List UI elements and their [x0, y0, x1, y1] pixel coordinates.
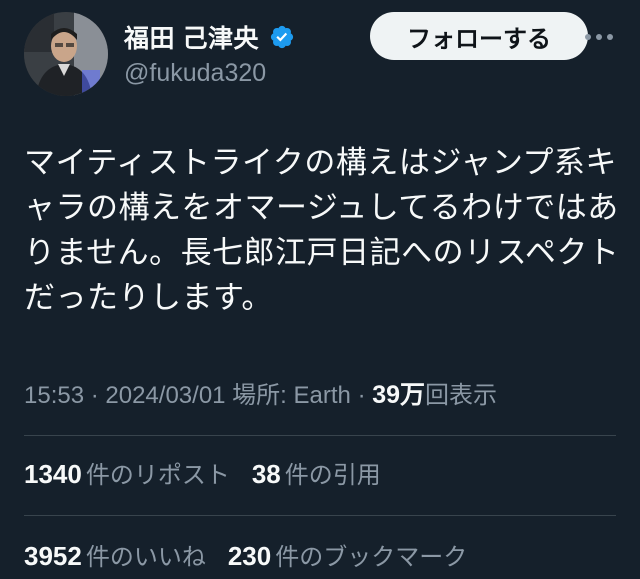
user-handle[interactable]: @fukuda320	[124, 59, 266, 88]
display-name[interactable]: 福田 己津央	[124, 19, 259, 55]
reposts-label: 件のリポスト	[85, 462, 230, 489]
bookmarks-stat[interactable]: 230 件のブックマーク	[228, 537, 467, 572]
bookmarks-count: 230	[227, 541, 272, 571]
divider	[24, 515, 616, 516]
quotes-stat[interactable]: 38 件の引用	[252, 455, 381, 490]
more-dots-icon	[585, 34, 613, 40]
tweet-metadata: 15:53 · 2024/03/01 場所: Earth · 39万回表示	[24, 375, 497, 411]
divider	[24, 435, 616, 436]
reposts-count: 1340	[24, 459, 82, 489]
tweet-time[interactable]: 15:53	[24, 382, 84, 409]
reposts-stat[interactable]: 1340 件のリポスト	[24, 455, 230, 490]
avatar[interactable]	[24, 12, 108, 96]
name-row: 福田 己津央	[124, 20, 295, 54]
engagement-row-2: 3952 件のいいね 230 件のブックマーク	[24, 537, 489, 572]
quotes-count: 38	[251, 459, 281, 489]
more-options-button[interactable]	[582, 24, 616, 50]
tweet-location: Earth	[293, 382, 351, 409]
tweet-text-line: だったりします。	[24, 280, 273, 315]
tweet-text-line: ャラの構えをオマージュしてるわけではあ	[24, 190, 619, 225]
tweet-text-line: りません。長七郎江戸日記へのリスペクト	[24, 235, 620, 270]
location-prefix: 場所:	[225, 382, 294, 409]
verified-badge-icon	[269, 24, 295, 50]
follow-button[interactable]: フォローする	[370, 12, 588, 60]
tweet-header: 福田 己津央 @fukuda320 フォローする	[24, 12, 616, 96]
engagement-row-1: 1340 件のリポスト 38 件の引用	[24, 455, 403, 490]
bookmarks-label: 件のブックマーク	[275, 544, 468, 571]
avatar-photo	[24, 12, 108, 96]
tweet-date[interactable]: 2024/03/01	[105, 382, 225, 409]
likes-label: 件のいいね	[85, 544, 206, 571]
tweet-text: マイティストライクの構えはジャンプ系キ ャラの構えをオマージュしてるわけではあ …	[24, 140, 620, 320]
views-count[interactable]: 39万	[372, 381, 425, 409]
tweet-text-line: マイティストライクの構えはジャンプ系キ	[24, 145, 617, 180]
meta-separator: ·	[350, 382, 373, 409]
likes-stat[interactable]: 3952 件のいいね	[24, 537, 206, 572]
views-label: 回表示	[425, 382, 498, 409]
meta-separator: ·	[84, 382, 106, 409]
likes-count: 3952	[24, 541, 82, 571]
quotes-label: 件の引用	[284, 462, 381, 489]
